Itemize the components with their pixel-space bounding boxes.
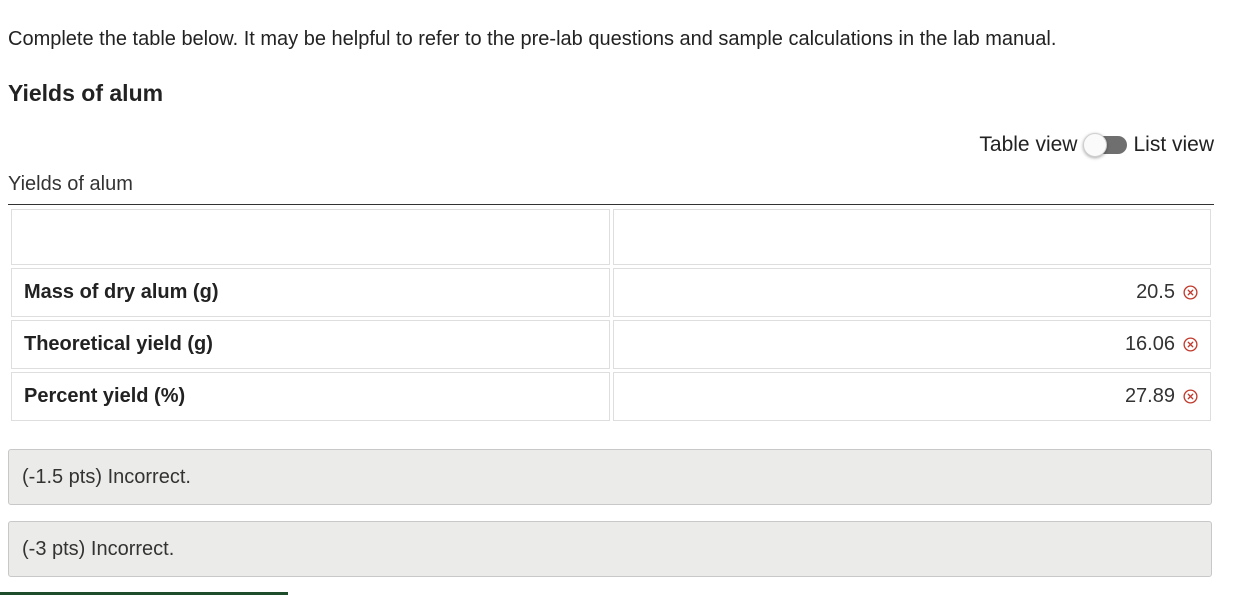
row-label-theoretical: Theoretical yield (g) — [11, 320, 610, 369]
incorrect-icon — [1183, 389, 1198, 404]
section-title: Yields of alum — [8, 80, 164, 106]
incorrect-icon — [1183, 337, 1198, 352]
instructions-text: Complete the table below. It may be help… — [8, 28, 1057, 50]
row-label-mass: Mass of dry alum (g) — [11, 268, 610, 317]
yields-table: Mass of dry alum (g) 20.5 Theoretical yi… — [8, 206, 1214, 424]
feedback-box: (-1.5 pts) Incorrect. — [8, 449, 1212, 505]
theoretical-value: 16.06 — [1124, 333, 1175, 355]
header-cell-label — [11, 209, 610, 265]
header-cell-value — [612, 209, 1211, 265]
table-row: Mass of dry alum (g) 20.5 — [11, 268, 1211, 317]
feedback-box: (-3 pts) Incorrect. — [8, 521, 1212, 577]
caption-divider — [8, 204, 1214, 205]
view-toggle: Table view List view — [979, 133, 1214, 157]
row-value-cell: 16.06 — [612, 320, 1211, 369]
table-header-row — [11, 209, 1211, 265]
row-label-percent: Percent yield (%) — [11, 372, 610, 421]
table-caption: Yields of alum — [8, 173, 133, 195]
view-toggle-switch[interactable] — [1083, 133, 1128, 157]
incorrect-icon — [1183, 285, 1198, 300]
percent-value: 27.89 — [1124, 385, 1175, 407]
table-row: Percent yield (%) 27.89 — [11, 372, 1211, 421]
list-view-label: List view — [1133, 133, 1214, 156]
row-value-cell: 20.5 — [612, 268, 1211, 317]
mass-value: 20.5 — [1136, 281, 1175, 303]
table-row: Theoretical yield (g) 16.06 — [11, 320, 1211, 369]
table-view-label: Table view — [979, 133, 1078, 156]
row-value-cell: 27.89 — [612, 372, 1211, 421]
